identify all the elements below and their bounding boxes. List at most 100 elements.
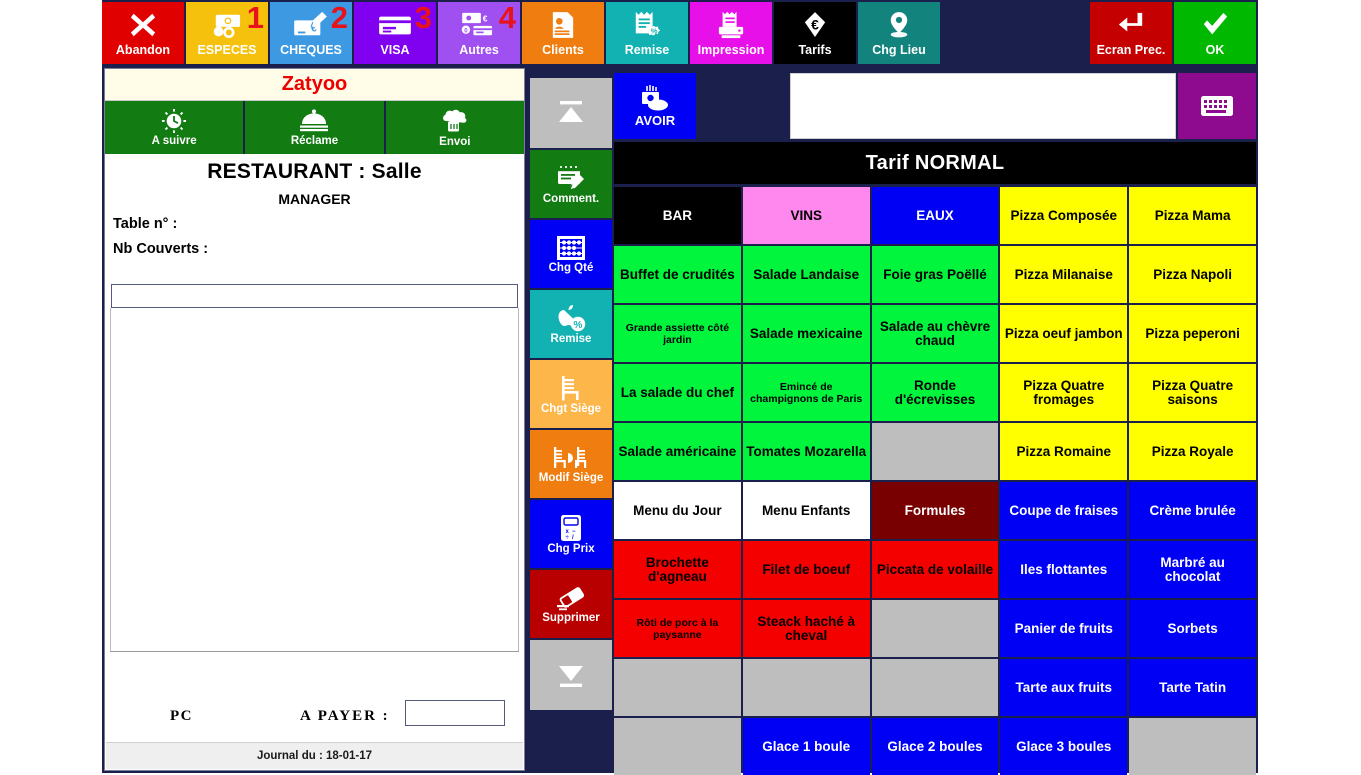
- product-cell-marbr-au-chocolat[interactable]: Marbré au chocolat: [1129, 541, 1256, 598]
- toolbar-button-visa[interactable]: VISA 3: [354, 2, 436, 64]
- sidebar-button-comment[interactable]: Comment.: [530, 150, 612, 218]
- product-cell-pizza-quatre-saisons[interactable]: Pizza Quatre saisons: [1129, 364, 1256, 421]
- product-cell-pizza-compos-e[interactable]: Pizza Composée: [1000, 187, 1128, 244]
- toolbar-button-chg-lieu[interactable]: Chg Lieu: [858, 2, 940, 64]
- sidebar-button-supprimer[interactable]: Supprimer: [530, 570, 612, 638]
- toolbar-button-label: OK: [1205, 43, 1225, 57]
- product-cell-salade-landaise[interactable]: Salade Landaise: [742, 246, 870, 303]
- toolbar-button-label: CHEQUES: [280, 43, 342, 57]
- sidebar-button-chg-prix[interactable]: x − ÷ / Chg Prix: [530, 500, 612, 568]
- product-cell-foie-gras-po-ll[interactable]: Foie gras Poëllé: [871, 246, 999, 303]
- product-cell-pizza-mama[interactable]: Pizza Mama: [1129, 187, 1256, 244]
- sidebar-button-remise[interactable]: % Remise: [530, 290, 612, 358]
- sidebar-button-chgt-si-ge[interactable]: Chgt Siège: [530, 360, 612, 428]
- product-cell-glace-2-boules[interactable]: Glace 2 boules: [871, 718, 999, 775]
- product-cell-ronde-d-crevisses[interactable]: Ronde d'écrevisses: [871, 364, 999, 421]
- toolbar-button-autres[interactable]: €0 Autres 4: [438, 2, 520, 64]
- ticket-lines-list[interactable]: [110, 308, 519, 651]
- product-cell-salade-au-ch-vre-chaud[interactable]: Salade au chèvre chaud: [871, 305, 999, 362]
- toolbar-button-cheques[interactable]: € CHEQUES 2: [270, 2, 352, 64]
- product-cell-coupe-de-fraises[interactable]: Coupe de fraises: [1000, 482, 1128, 539]
- ticket-entry-field[interactable]: [111, 284, 518, 308]
- product-cell-salade-mexicaine[interactable]: Salade mexicaine: [742, 305, 870, 362]
- toolbar-button-ok[interactable]: OK: [1174, 2, 1256, 64]
- product-cell-pizza-romaine[interactable]: Pizza Romaine: [1000, 423, 1128, 480]
- restaurant-title: RESTAURANT : Salle: [207, 160, 422, 183]
- product-cell-bar[interactable]: BAR: [614, 187, 741, 244]
- product-cell-eminc-de-champignons-de-paris[interactable]: Emincé de champignons de Paris: [742, 364, 870, 421]
- toolbar-button-remise[interactable]: % Remise: [606, 2, 688, 64]
- product-cell-pizza-milanaise[interactable]: Pizza Milanaise: [1000, 246, 1128, 303]
- product-cell-steack-hach-cheval[interactable]: Steack haché à cheval: [742, 600, 870, 657]
- function-sidebar: Comment. Chg Qté% Remise Chgt Siège Modif Si…: [530, 78, 612, 712]
- product-cell-empty: [742, 659, 870, 716]
- product-cell-tomates-mozarella[interactable]: Tomates Mozarella: [742, 423, 870, 480]
- sidebar-button-label: Supprimer: [542, 611, 600, 624]
- product-cell-eaux[interactable]: EAUX: [871, 187, 999, 244]
- product-cell-pizza-oeuf-jambon[interactable]: Pizza oeuf jambon: [1000, 305, 1128, 362]
- product-cell-grande-assiette-c-t-jardin[interactable]: Grande assiette côté jardin: [614, 305, 741, 362]
- display-input-field[interactable]: [790, 73, 1176, 139]
- service-button-envoi[interactable]: Envoi: [385, 101, 524, 154]
- keyboard-button[interactable]: [1178, 73, 1256, 139]
- abacus-icon: [556, 235, 586, 261]
- amount-due-field[interactable]: [405, 700, 505, 726]
- covers-count-label: Nb Couverts :: [113, 241, 209, 257]
- product-cell-pizza-royale[interactable]: Pizza Royale: [1129, 423, 1256, 480]
- toolbar-button-impression[interactable]: Impression: [690, 2, 772, 64]
- product-cell-iles-flottantes[interactable]: Iles flottantes: [1000, 541, 1128, 598]
- receipt-percent-icon: %: [633, 7, 661, 43]
- product-cell-piccata-de-volaille[interactable]: Piccata de volaille: [871, 541, 999, 598]
- product-cell-pizza-quatre-fromages[interactable]: Pizza Quatre fromages: [1000, 364, 1128, 421]
- sidebar-button-modif-si-ge[interactable]: Modif Siège: [530, 430, 612, 498]
- product-grid: BAR VINS EAUX Pizza Composée Pizza Mama Buffe…: [614, 187, 1256, 775]
- product-cell-menu-du-jour[interactable]: Menu du Jour: [614, 482, 741, 539]
- svg-text:€: €: [483, 13, 488, 23]
- product-cell-pizza-peperoni[interactable]: Pizza peperoni: [1129, 305, 1256, 362]
- product-cell-sorbets[interactable]: Sorbets: [1129, 600, 1256, 657]
- toolbar-button-label: VISA: [380, 43, 410, 57]
- service-button-r-clame[interactable]: Réclame: [245, 101, 386, 154]
- sidebar-button-scroll-up[interactable]: [530, 78, 612, 148]
- cash-icon: [210, 7, 244, 43]
- service-button-label: Réclame: [290, 135, 339, 147]
- toolbar-button-clients[interactable]: Clients: [522, 2, 604, 64]
- toolbar-button-label: Impression: [697, 43, 765, 57]
- avoir-button[interactable]: AVOIR: [614, 73, 696, 139]
- apple-percent-icon: %: [555, 304, 587, 332]
- product-cell-tarte-aux-fruits[interactable]: Tarte aux fruits: [1000, 659, 1128, 716]
- product-cell-r-ti-de-porc-la-paysanne[interactable]: Rôti de porc à la paysanne: [614, 600, 741, 657]
- product-cell-vins[interactable]: VINS: [742, 187, 870, 244]
- product-cell-pizza-napoli[interactable]: Pizza Napoli: [1129, 246, 1256, 303]
- credit-note-icon: [640, 84, 670, 112]
- product-cell-salade-am-ricaine[interactable]: Salade américaine: [614, 423, 741, 480]
- tarif-header: Tarif NORMAL: [614, 142, 1256, 184]
- product-cell-filet-de-boeuf[interactable]: Filet de boeuf: [742, 541, 870, 598]
- product-cell-cr-me-brul-e[interactable]: Crème brulée: [1129, 482, 1256, 539]
- product-cell-glace-1-boule[interactable]: Glace 1 boule: [742, 718, 870, 775]
- toolbar-button-tarifs[interactable]: € Tarifs: [774, 2, 856, 64]
- toolbar-button-especes[interactable]: ESPECES 1: [186, 2, 268, 64]
- product-cell-tarte-tatin[interactable]: Tarte Tatin: [1129, 659, 1256, 716]
- sidebar-button-chg-qt[interactable]: Chg Qté: [530, 220, 612, 288]
- product-cell-formules[interactable]: Formules: [871, 482, 999, 539]
- product-cell-la-salade-du-chef[interactable]: La salade du chef: [614, 364, 741, 421]
- calculator-icon: x − ÷ /: [559, 514, 583, 542]
- product-cell-brochette-d-agneau[interactable]: Brochette d'agneau: [614, 541, 741, 598]
- toolbar-button-number: 3: [414, 2, 432, 35]
- product-cell-panier-de-fruits[interactable]: Panier de fruits: [1000, 600, 1128, 657]
- map-pin-icon: [888, 7, 910, 43]
- service-button-a-suivre[interactable]: A suivre: [105, 101, 246, 154]
- operator-name: MANAGER: [278, 191, 351, 207]
- product-cell-glace-3-boules[interactable]: Glace 3 boules: [1000, 718, 1128, 775]
- toolbar-button-label: Remise: [624, 43, 670, 57]
- sidebar-button-scroll-down[interactable]: [530, 640, 612, 710]
- toolbar-button-label: Chg Lieu: [872, 43, 926, 57]
- toolbar-button-ecran-prec[interactable]: Ecran Prec.: [1090, 2, 1172, 64]
- totals-area: PC A PAYER :: [110, 651, 519, 741]
- product-cell-menu-enfants[interactable]: Menu Enfants: [742, 482, 870, 539]
- enter-arrow-icon: [1117, 7, 1145, 43]
- toolbar-button-abandon[interactable]: Abandon: [102, 2, 184, 64]
- pc-label: PC: [170, 708, 193, 724]
- product-cell-buffet-de-crudit-s[interactable]: Buffet de crudités: [614, 246, 741, 303]
